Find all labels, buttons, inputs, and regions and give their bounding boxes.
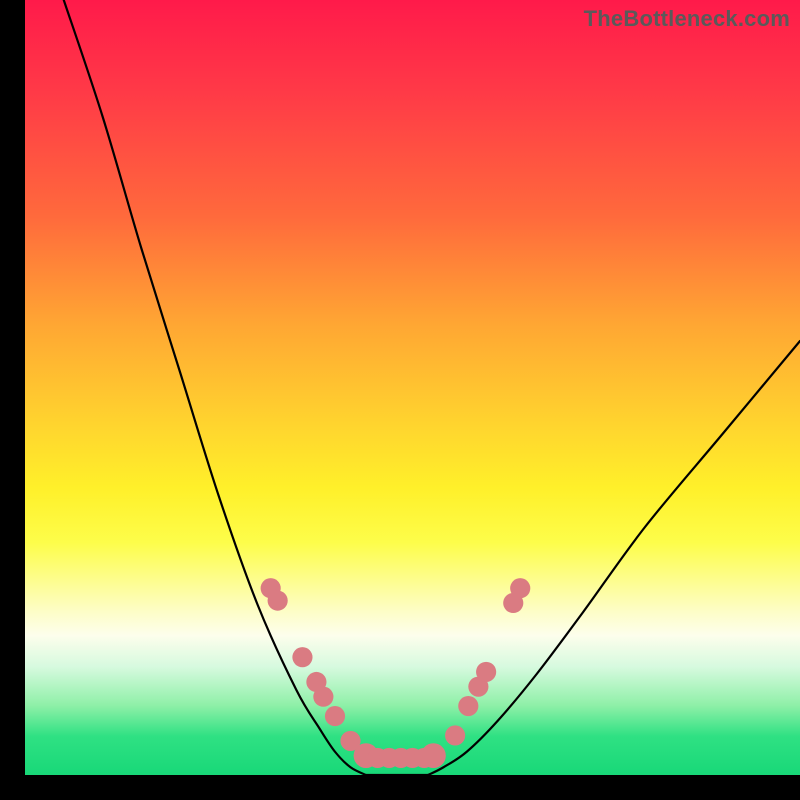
data-point bbox=[292, 647, 312, 667]
chart-frame: TheBottleneck.com bbox=[0, 0, 800, 800]
data-point bbox=[476, 662, 496, 682]
marker-layer bbox=[261, 578, 531, 768]
data-point bbox=[268, 591, 288, 611]
data-point bbox=[325, 706, 345, 726]
plot-area: TheBottleneck.com bbox=[25, 0, 800, 775]
data-point bbox=[421, 743, 446, 768]
data-point bbox=[313, 687, 333, 707]
curve-layer bbox=[64, 0, 800, 775]
series-left-curve bbox=[64, 0, 366, 775]
data-point bbox=[458, 696, 478, 716]
data-point bbox=[445, 725, 465, 745]
series-right-curve bbox=[428, 341, 800, 775]
data-point bbox=[510, 578, 530, 598]
chart-svg bbox=[25, 0, 800, 775]
